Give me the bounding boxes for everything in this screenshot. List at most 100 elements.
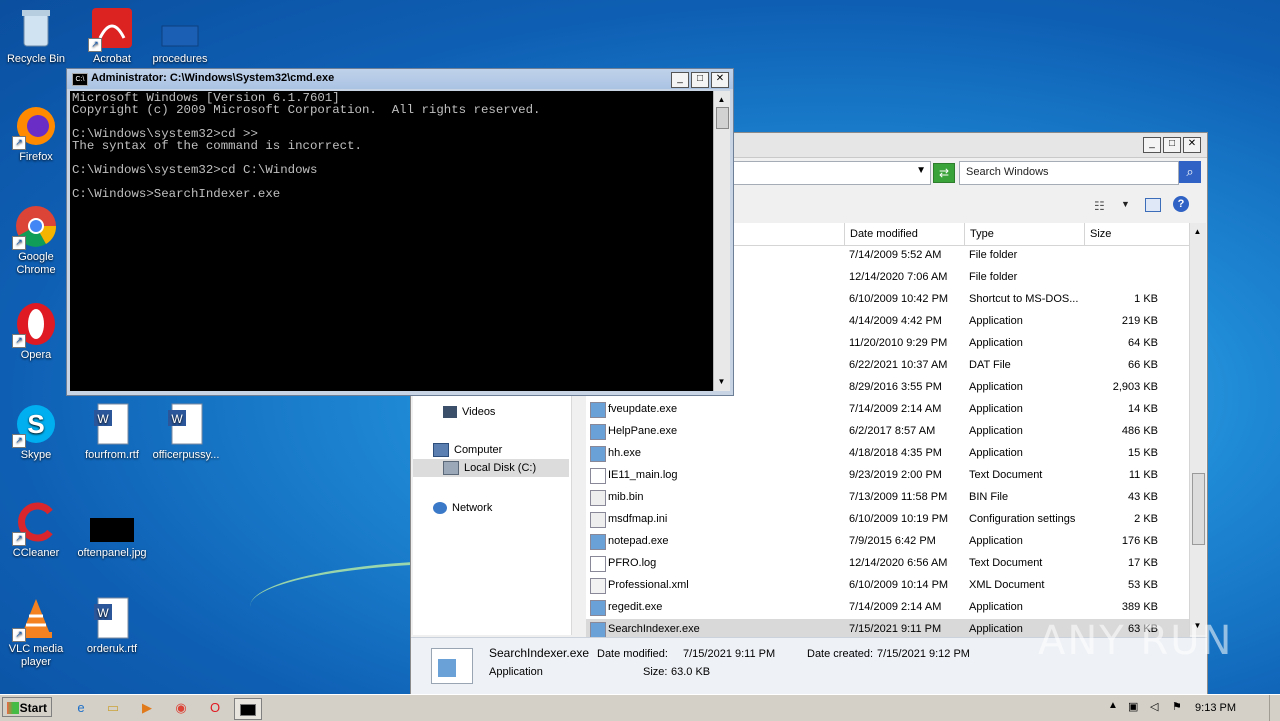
minimize-button[interactable]: _ bbox=[1143, 137, 1161, 153]
desktop-icon-ccleaner[interactable]: ↗ CCleaner bbox=[0, 500, 74, 560]
file-name: IE11_main.log bbox=[608, 469, 678, 481]
file-type: Shortcut to MS-DOS... bbox=[969, 293, 1079, 305]
cmd-titlebar[interactable]: C:\ Administrator: C:\Windows\System32\c… bbox=[67, 69, 733, 89]
file-name: fveupdate.exe bbox=[608, 403, 678, 415]
desktop-icon-label: Skype bbox=[20, 449, 52, 461]
file-name: PFRO.log bbox=[608, 557, 657, 569]
nav-item-videos[interactable]: Videos bbox=[443, 403, 495, 421]
nav-item-label: Local Disk (C:) bbox=[464, 462, 537, 474]
shortcut-arrow-icon: ↗ bbox=[12, 434, 26, 448]
file-list-scrollbar[interactable]: ▲ ▼ bbox=[1189, 223, 1206, 635]
desktop-icon-orderuk[interactable]: W orderuk.rtf bbox=[74, 596, 150, 656]
scroll-thumb[interactable] bbox=[716, 107, 729, 129]
chrome-icon[interactable]: ◉ bbox=[168, 698, 194, 718]
file-type: BIN File bbox=[969, 491, 1009, 503]
chevron-down-icon[interactable]: ▼ bbox=[916, 165, 926, 176]
videos-icon bbox=[443, 406, 457, 418]
nav-item-local-disk[interactable]: Local Disk (C:) bbox=[413, 459, 569, 477]
console-line: The syntax of the command is incorrect. bbox=[72, 139, 362, 153]
table-row[interactable]: mib.bin 7/13/2009 11:58 PM BIN File 43 KB bbox=[586, 487, 1190, 509]
file-date: 7/14/2009 2:14 AM bbox=[849, 403, 942, 415]
start-button[interactable]: Start bbox=[2, 697, 52, 717]
table-row[interactable]: Professional.xml 6/10/2009 10:14 PM XML Do… bbox=[586, 575, 1190, 597]
close-button[interactable]: ✕ bbox=[711, 72, 729, 88]
internet-explorer-icon[interactable]: e bbox=[68, 698, 94, 718]
cmd-taskbar-button[interactable] bbox=[234, 698, 262, 720]
maximize-button[interactable]: □ bbox=[1163, 137, 1181, 153]
file-size: 11 KB bbox=[1128, 469, 1158, 481]
search-icon[interactable]: ⌕ bbox=[1179, 161, 1201, 183]
desktop-icon-label: Google Chrome bbox=[16, 251, 56, 276]
file-type-icon bbox=[590, 468, 606, 484]
desktop-icon-opera[interactable]: ↗ Opera bbox=[0, 302, 74, 362]
help-icon[interactable]: ? bbox=[1173, 196, 1189, 212]
application-icon bbox=[431, 648, 473, 684]
column-header-size[interactable]: Size bbox=[1084, 223, 1164, 245]
file-date: 12/14/2020 6:56 AM bbox=[849, 557, 948, 569]
svg-text:W: W bbox=[97, 412, 109, 426]
desktop-icon-skype[interactable]: S ↗ Skype bbox=[0, 402, 74, 462]
table-row[interactable]: msdfmap.ini 6/10/2009 10:19 PM Configurati… bbox=[586, 509, 1190, 531]
speaker-icon[interactable]: ◁ bbox=[1150, 700, 1158, 713]
file-date: 9/23/2019 2:00 PM bbox=[849, 469, 942, 481]
table-row[interactable]: IE11_main.log 9/23/2019 2:00 PM Text Docum… bbox=[586, 465, 1190, 487]
file-type: Text Document bbox=[969, 557, 1043, 569]
chevron-down-icon[interactable]: ▼ bbox=[1121, 199, 1130, 209]
show-desktop-button[interactable] bbox=[1269, 695, 1280, 721]
scroll-thumb[interactable] bbox=[1192, 473, 1205, 545]
file-date: 6/22/2021 10:37 AM bbox=[849, 359, 948, 371]
console-line: C:\Windows>SearchIndexer.exe bbox=[72, 187, 281, 201]
scroll-up-icon[interactable]: ▲ bbox=[716, 93, 727, 107]
svg-text:S: S bbox=[27, 409, 44, 439]
desktop-icon-chrome[interactable]: ↗ Google Chrome bbox=[0, 204, 74, 277]
clock[interactable]: 9:13 PM bbox=[1195, 702, 1236, 714]
desktop-icon-recycle-bin[interactable]: Recycle Bin bbox=[0, 6, 74, 66]
search-input[interactable]: Search Windows bbox=[959, 161, 1179, 185]
desktop-icon-firefox[interactable]: ↗ Firefox bbox=[0, 104, 74, 164]
file-type: File folder bbox=[969, 249, 1018, 261]
minimize-button[interactable]: _ bbox=[671, 72, 689, 88]
cmd-window[interactable]: C:\ Administrator: C:\Windows\System32\c… bbox=[66, 68, 734, 396]
file-type-icon bbox=[590, 534, 606, 550]
table-row[interactable]: hh.exe 4/18/2018 4:35 PM Application 15 KB bbox=[586, 443, 1190, 465]
console-output[interactable]: Microsoft Windows [Version 6.1.7601] Copy… bbox=[70, 91, 714, 391]
table-row[interactable]: fveupdate.exe 7/14/2009 2:14 AM Applicatio… bbox=[586, 399, 1190, 421]
file-name: regedit.exe bbox=[608, 601, 663, 613]
preview-pane-icon[interactable] bbox=[1145, 198, 1161, 212]
network-tray-icon[interactable]: ▣ bbox=[1128, 700, 1138, 713]
desktop-icon-officerpussy[interactable]: W officerpussy... bbox=[148, 402, 224, 462]
opera-icon: ↗ bbox=[12, 302, 58, 348]
folder-icon[interactable]: ▭ bbox=[100, 698, 126, 718]
desktop-icon-acrobat[interactable]: ↗ Acrobat bbox=[74, 6, 150, 66]
scroll-down-icon[interactable]: ▼ bbox=[716, 375, 727, 389]
column-header-type[interactable]: Type bbox=[964, 223, 1084, 245]
details-created-label: Date created: bbox=[807, 648, 874, 660]
column-header-date[interactable]: Date modified bbox=[844, 223, 964, 245]
table-row[interactable]: HelpPane.exe 6/2/2017 8:57 AM Application 4… bbox=[586, 421, 1190, 443]
table-row[interactable]: PFRO.log 12/14/2020 6:56 AM Text Document 1… bbox=[586, 553, 1190, 575]
desktop-icon-oftenpanel[interactable]: oftenpanel.jpg bbox=[74, 500, 150, 560]
console-scrollbar[interactable]: ▲ ▼ bbox=[713, 91, 730, 391]
scroll-up-icon[interactable]: ▲ bbox=[1192, 225, 1203, 239]
desktop-icon-vlc[interactable]: ↗ VLC media player bbox=[0, 596, 74, 669]
firefox-icon: ↗ bbox=[12, 104, 58, 150]
flag-icon[interactable]: ⚑ bbox=[1172, 700, 1182, 713]
file-name: mib.bin bbox=[608, 491, 644, 503]
file-name: HelpPane.exe bbox=[608, 425, 678, 437]
file-name: hh.exe bbox=[608, 447, 642, 459]
file-name: notepad.exe bbox=[608, 535, 669, 547]
desktop-icon-fourfrom[interactable]: W fourfrom.rtf bbox=[74, 402, 150, 462]
nav-item-computer[interactable]: Computer bbox=[433, 441, 502, 459]
nav-item-network[interactable]: Network bbox=[433, 499, 492, 517]
refresh-button[interactable]: ⇄ bbox=[933, 163, 955, 183]
close-button[interactable]: ✕ bbox=[1183, 137, 1201, 153]
table-row[interactable]: notepad.exe 7/9/2015 6:42 PM Application 17… bbox=[586, 531, 1190, 553]
maximize-button[interactable]: □ bbox=[691, 72, 709, 88]
table-row[interactable]: regedit.exe 7/14/2009 2:14 AM Application 3… bbox=[586, 597, 1190, 619]
opera-icon[interactable]: O bbox=[202, 698, 228, 718]
media-player-icon[interactable]: ▶ bbox=[134, 698, 160, 718]
views-icon[interactable]: ☷ bbox=[1094, 199, 1105, 213]
desktop-icon-procedures[interactable]: procedures bbox=[142, 6, 218, 66]
chevron-up-icon[interactable]: ▲ bbox=[1108, 700, 1118, 711]
cmd-icon bbox=[240, 703, 256, 716]
